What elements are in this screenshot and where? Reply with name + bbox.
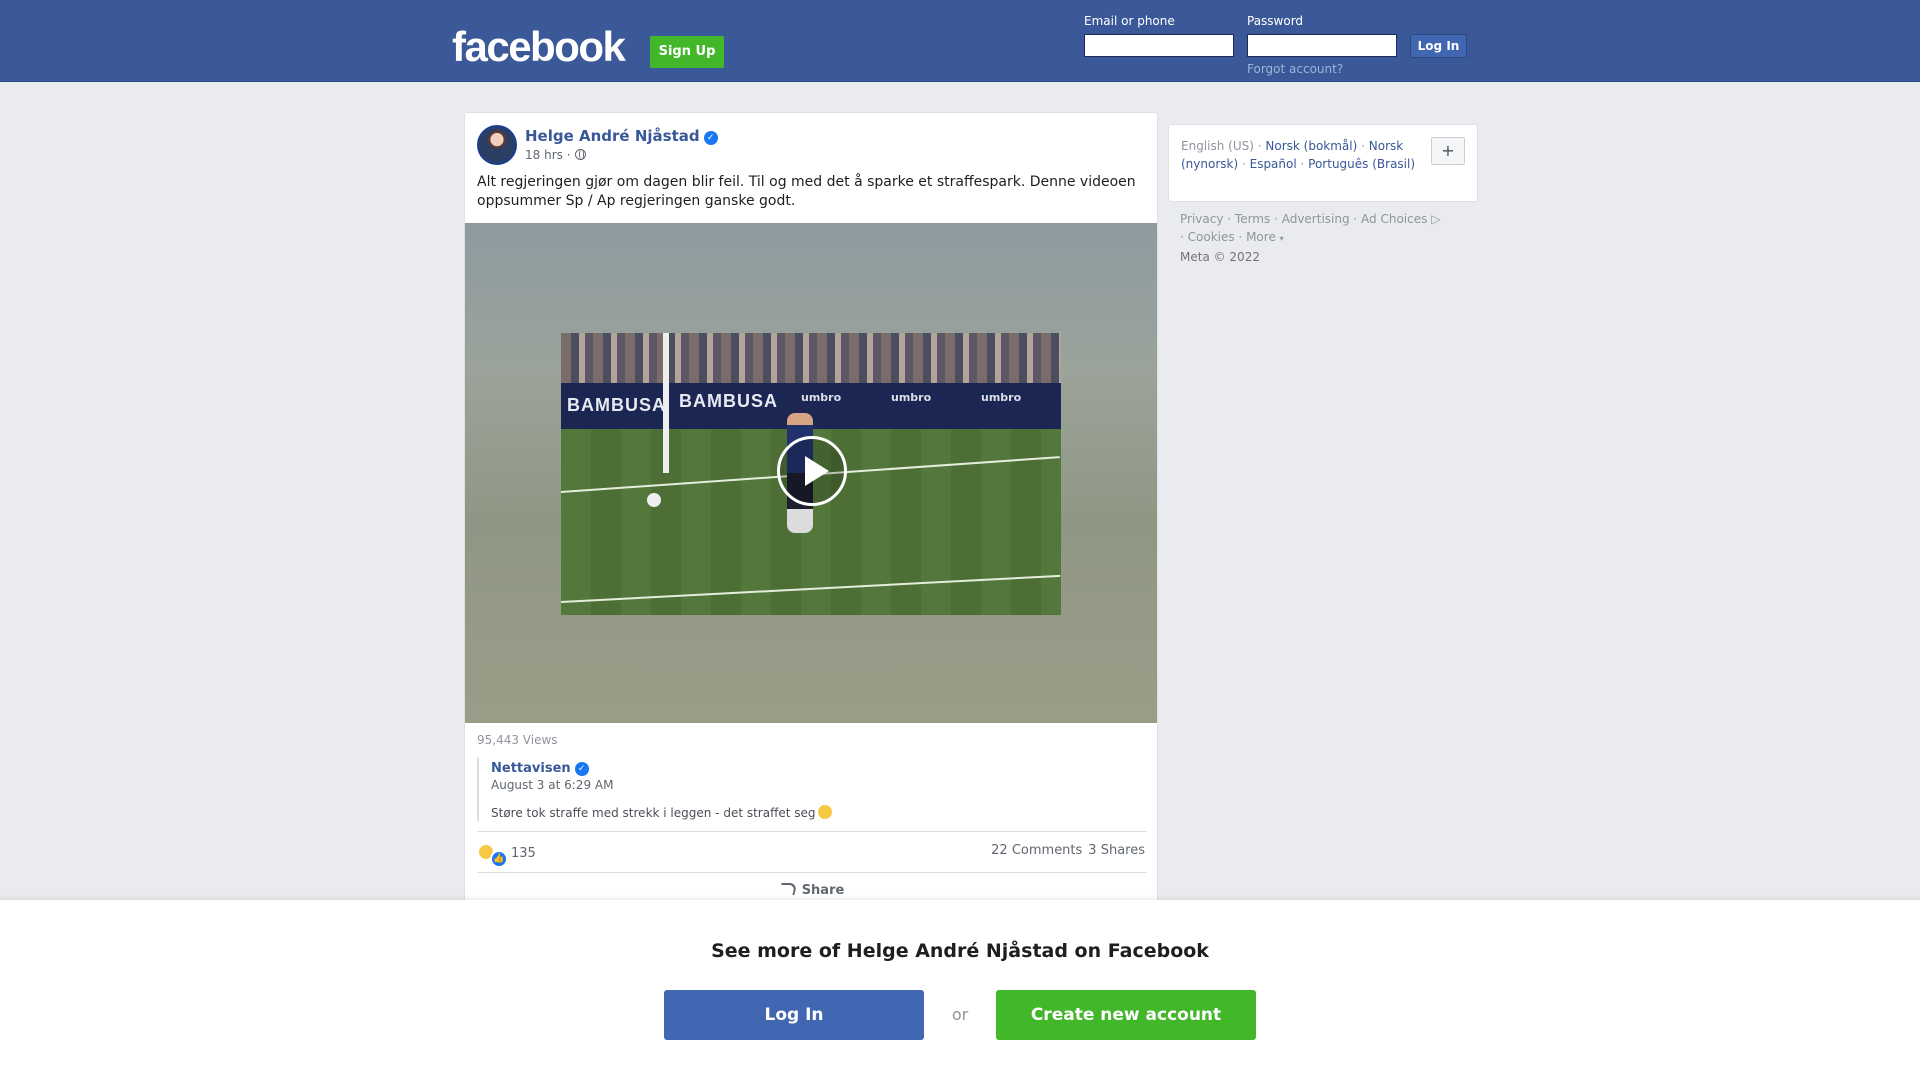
advertising-link[interactable]: Advertising — [1282, 212, 1350, 226]
terms-link[interactable]: Terms — [1235, 212, 1270, 226]
more-link[interactable]: More ▾ — [1246, 230, 1284, 244]
divider — [477, 831, 1147, 832]
author-avatar[interactable] — [477, 125, 517, 165]
brand-text-3: umbro — [981, 391, 1022, 404]
language-selector: English (US) · Norsk (bokmål) · Norsk (n… — [1168, 124, 1478, 202]
divider — [477, 872, 1147, 873]
shares-count[interactable]: 3 Shares — [1088, 843, 1145, 858]
brand-text-1: umbro — [801, 391, 842, 404]
ad-choices-label: Ad Choices — [1361, 212, 1428, 226]
header-login-button[interactable]: Log In — [1410, 34, 1467, 58]
cookies-link[interactable]: Cookies — [1188, 230, 1235, 244]
shared-post[interactable]: Nettavisen ✓ August 3 at 6:29 AM Støre to… — [477, 757, 1147, 821]
football — [647, 493, 661, 507]
share-button[interactable]: Share — [465, 883, 1157, 898]
ad-choices-link[interactable]: Ad Choices ▷ — [1361, 212, 1440, 226]
shared-text-content: Støre tok straffe med strekk i leggen - … — [491, 806, 816, 820]
like-reaction-icon: 👍 — [490, 850, 508, 868]
shared-date[interactable]: August 3 at 6:29 AM — [491, 778, 1147, 792]
banner-text-left: BAMBUSA — [567, 395, 666, 415]
password-field[interactable] — [1247, 34, 1397, 57]
view-count: 95,443 Views — [477, 733, 558, 747]
comments-count[interactable]: 22 Comments — [991, 843, 1082, 858]
post-text: Alt regjeringen gjør om dagen blir feil.… — [477, 174, 1136, 209]
verified-badge-icon: ✓ — [703, 131, 718, 145]
share-icon — [778, 883, 798, 895]
video-player[interactable]: BAMBUSA BAMBUSA umbro umbro umbro — [465, 223, 1157, 723]
share-label: Share — [801, 883, 845, 898]
chevron-down-icon: ▾ — [1279, 234, 1284, 243]
email-label: Email or phone — [1084, 14, 1175, 28]
language-list: English (US) · Norsk (bokmål) · Norsk (n… — [1181, 139, 1416, 171]
email-field[interactable] — [1084, 34, 1234, 57]
language-norsk-bokmal[interactable]: Norsk (bokmål) — [1265, 139, 1357, 153]
password-label: Password — [1247, 14, 1304, 28]
post-card: Helge André Njåstad ✓ 18 hrs · Alt regjer… — [464, 112, 1158, 912]
brand-text-2: umbro — [891, 391, 932, 404]
login-prompt-overlay: See more of Helge André Njåstad on Faceb… — [0, 900, 1920, 1080]
globe-icon — [574, 149, 586, 160]
banner-text-right: BAMBUSA — [679, 391, 778, 411]
overlay-login-button[interactable]: Log In — [664, 990, 924, 1040]
more-label: More — [1246, 230, 1276, 244]
top-navbar: facebook Sign Up Email or phone Password… — [0, 0, 1920, 82]
post-time[interactable]: 18 hrs · — [525, 148, 571, 162]
language-english: English (US) — [1181, 139, 1254, 153]
shared-author-name[interactable]: Nettavisen — [491, 761, 571, 776]
create-account-button[interactable]: Create new account — [996, 990, 1256, 1040]
post-author-name[interactable]: Helge André Njåstad — [525, 127, 700, 145]
verified-badge-icon: ✓ — [574, 762, 589, 776]
language-portugues[interactable]: Português (Brasil) — [1308, 157, 1415, 171]
reaction-count: 135 — [511, 846, 536, 861]
engagement-counts: 22 Comments 3 Shares — [991, 843, 1145, 858]
video-crowd — [561, 333, 1061, 383]
goal-post — [663, 333, 669, 473]
post-author[interactable]: Helge André Njåstad ✓ — [525, 127, 718, 145]
language-espanol[interactable]: Español — [1250, 157, 1297, 171]
ad-choices-icon: ▷ — [1431, 212, 1441, 226]
more-languages-button[interactable]: + — [1431, 137, 1465, 165]
facebook-logo[interactable]: facebook — [452, 24, 626, 70]
sign-up-button[interactable]: Sign Up — [650, 36, 724, 68]
play-icon[interactable] — [777, 436, 847, 506]
privacy-link[interactable]: Privacy — [1180, 212, 1223, 226]
reactions-summary[interactable]: 👍 135 — [477, 843, 536, 868]
post-meta: 18 hrs · — [525, 148, 586, 162]
overlay-title: See more of Helge André Njåstad on Faceb… — [711, 940, 1209, 962]
copyright: Meta © 2022 — [1180, 250, 1260, 264]
overlay-or-text: or — [951, 1005, 969, 1024]
forgot-account-link[interactable]: Forgot account? — [1247, 62, 1343, 76]
footer-links: Privacy · Terms · Advertising · Ad Choic… — [1180, 212, 1441, 264]
emoji-icon — [817, 805, 832, 819]
shared-text: Støre tok straffe med strekk i leggen - … — [491, 805, 1147, 820]
shared-author[interactable]: Nettavisen ✓ — [491, 761, 1147, 776]
